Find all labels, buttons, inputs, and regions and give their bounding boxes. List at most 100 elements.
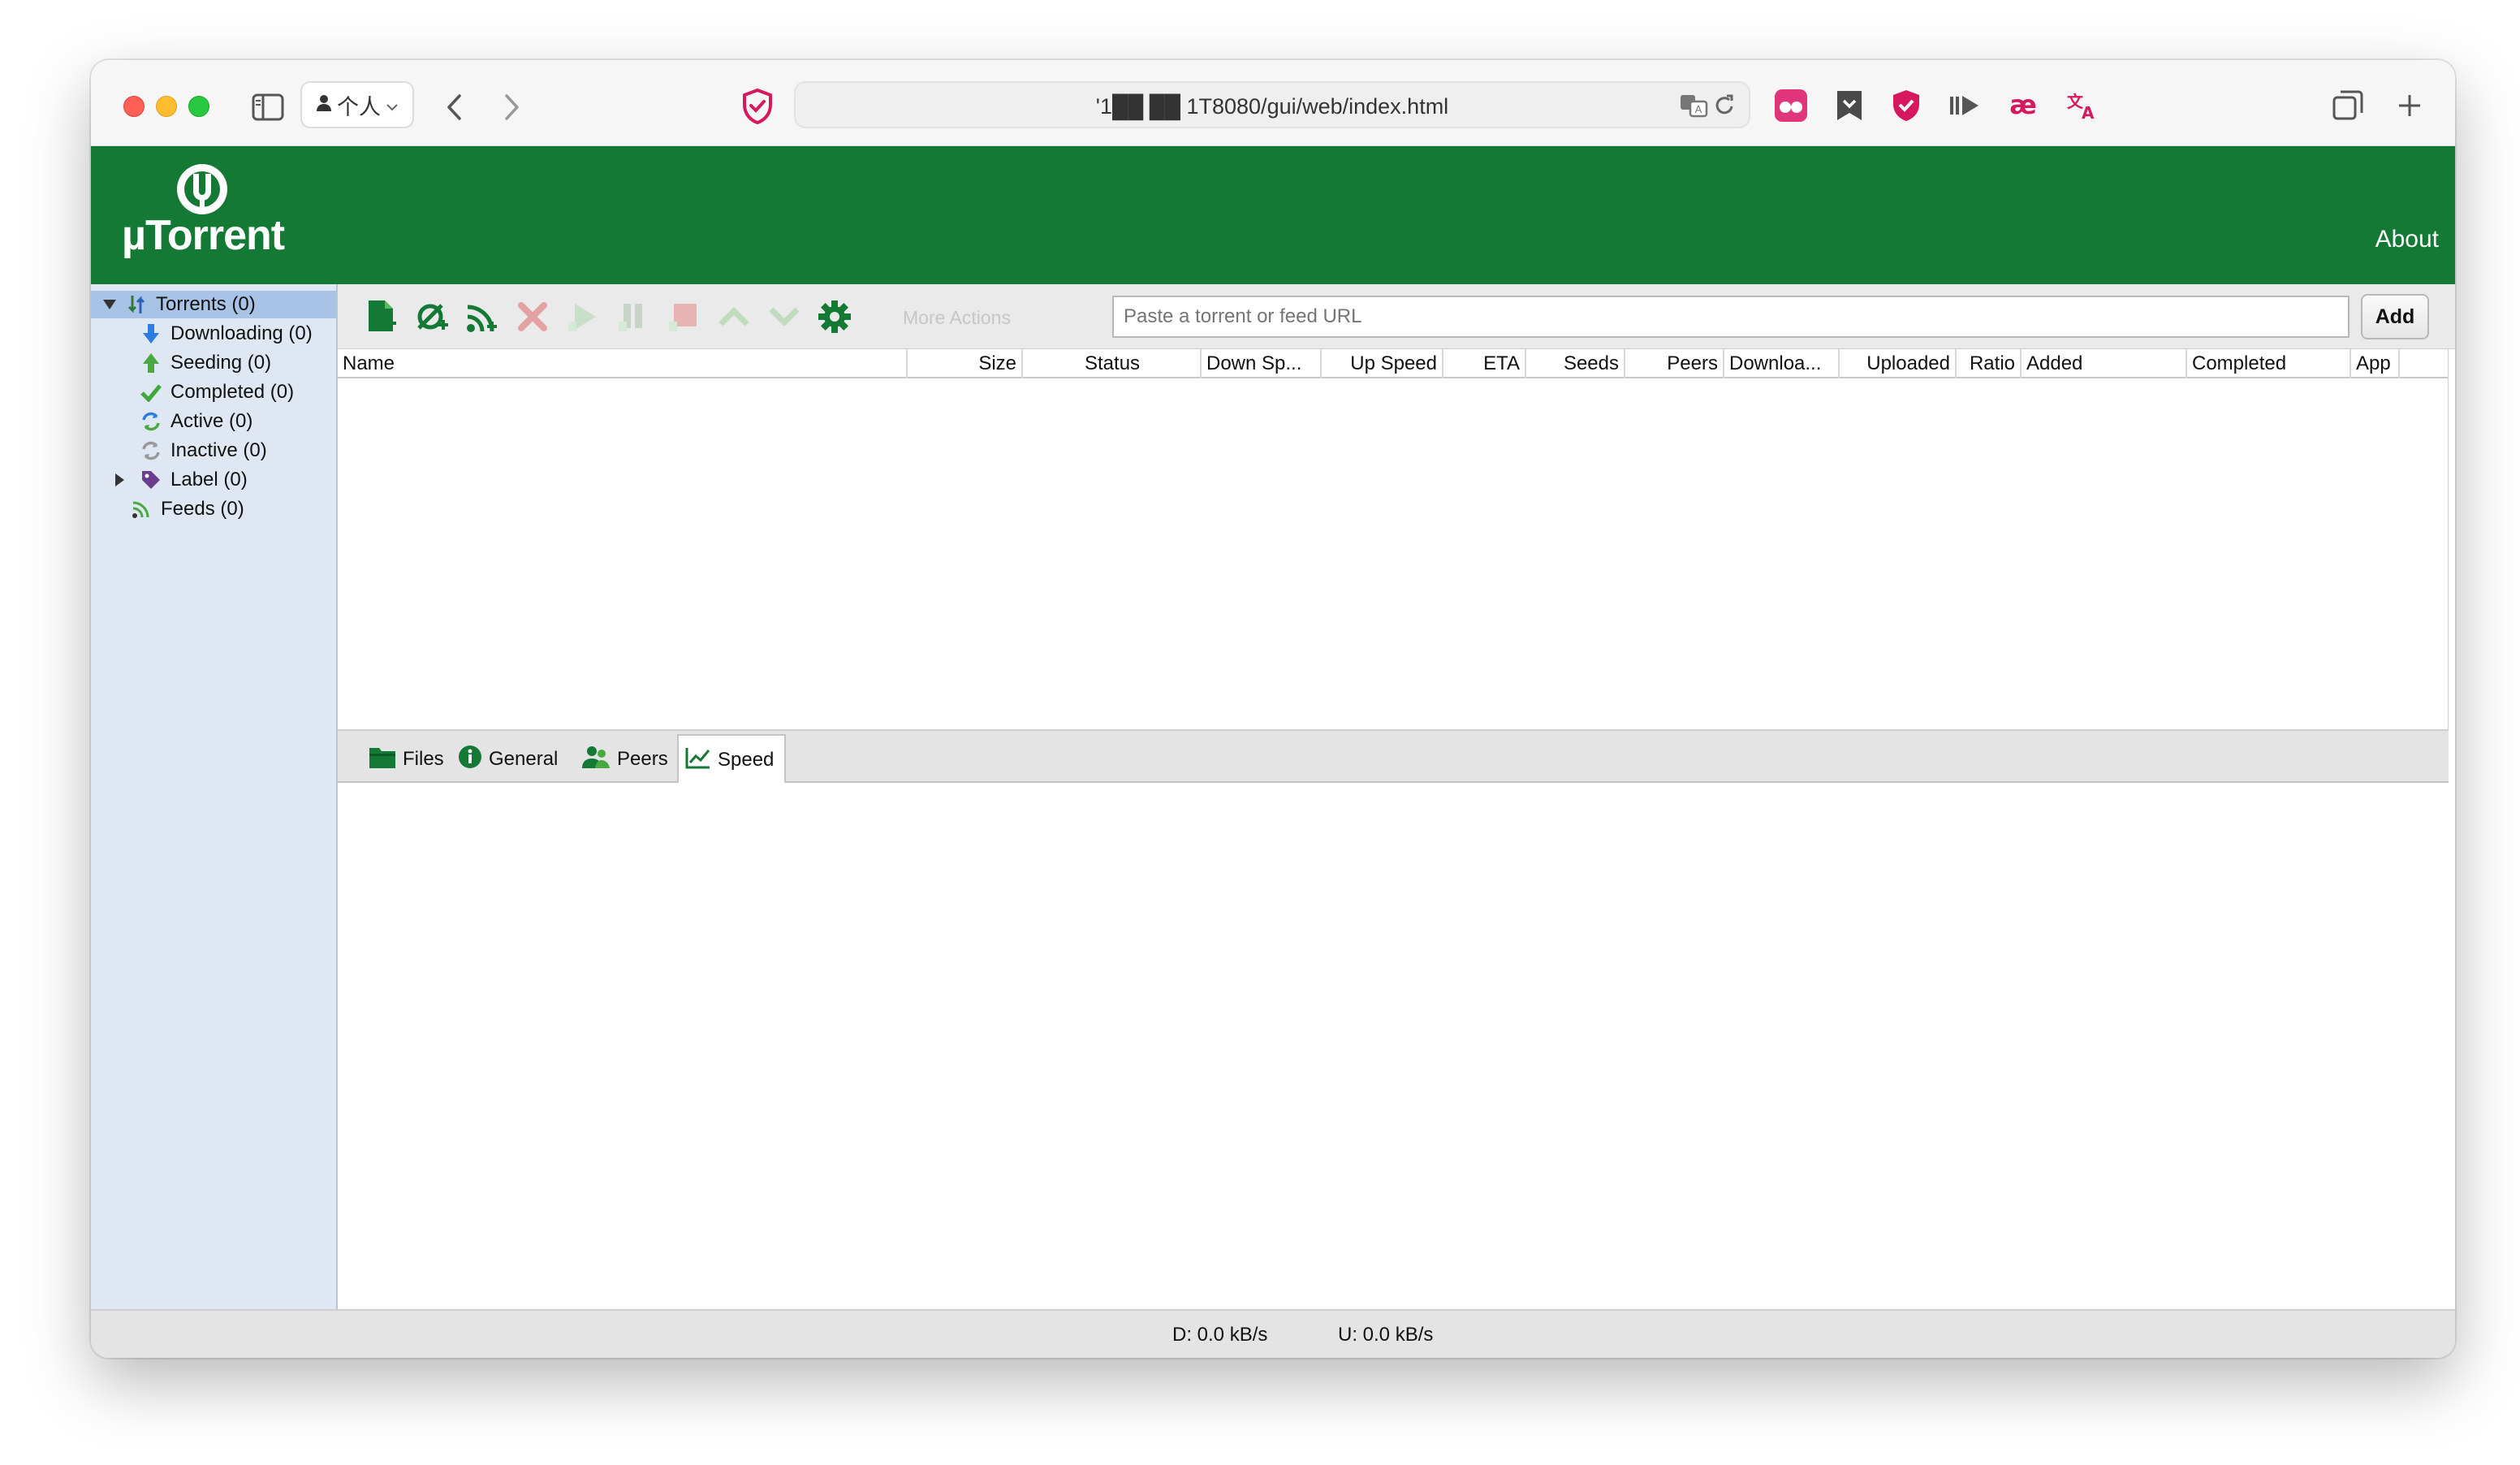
move-up-icon[interactable] — [713, 296, 755, 338]
download-arrow-icon — [140, 322, 162, 345]
tab-files[interactable]: Files — [362, 734, 451, 784]
tree-item-label[interactable]: Label (0) — [110, 466, 248, 494]
column-header-seeds[interactable]: Seeds — [1526, 349, 1625, 378]
speed-graph-icon — [685, 746, 711, 775]
back-icon[interactable] — [437, 89, 472, 125]
about-link[interactable]: About — [2375, 226, 2439, 253]
column-header-downloaded[interactable]: Downloa... — [1724, 349, 1840, 378]
download-speed-status: D: 0.0 kB/s — [1172, 1324, 1268, 1346]
tree-label: Label (0) — [170, 469, 248, 490]
upload-speed-status: U: 0.0 kB/s — [1338, 1324, 1434, 1346]
tab-label: Peers — [617, 748, 668, 770]
label-tag-icon — [140, 469, 162, 491]
active-refresh-icon — [140, 410, 162, 433]
torrent-list[interactable]: Name Size Status Down Sp... Up Speed ETA… — [338, 349, 2449, 729]
torrent-toolbar: More Actions Add — [338, 284, 2455, 349]
privacy-shield-icon[interactable] — [737, 86, 778, 127]
app-header: µTorrent About — [91, 146, 2455, 284]
column-header-completed[interactable]: Completed — [2187, 349, 2351, 378]
add-url-icon[interactable] — [411, 296, 453, 338]
peers-icon — [581, 745, 611, 775]
start-icon[interactable] — [562, 296, 604, 338]
column-header-added[interactable]: Added — [2022, 349, 2187, 378]
chevron-down-icon — [386, 93, 399, 118]
column-header-up-speed[interactable]: Up Speed — [1322, 349, 1443, 378]
column-header-uploaded[interactable]: Uploaded — [1840, 349, 1957, 378]
reload-icon[interactable] — [1711, 93, 1739, 120]
browser-toolbar: 个人 '1██ ██ 1T8080/gui/web/index.html A æ… — [91, 60, 2455, 146]
sidebar-toggle-icon[interactable] — [250, 89, 286, 125]
tree-label: Torrents (0) — [156, 293, 256, 315]
upload-arrow-icon — [140, 352, 162, 374]
tree-item-active[interactable]: Active (0) — [140, 408, 252, 435]
extension-ae-icon[interactable]: æ — [2004, 86, 2043, 125]
folder-icon — [369, 745, 396, 775]
tree-label: Downloading (0) — [170, 322, 313, 344]
column-header-status[interactable]: Status — [1023, 349, 1202, 378]
tree-label: Completed (0) — [170, 381, 295, 403]
url-text: '1██ ██ 1T8080/gui/web/index.html — [1095, 94, 1449, 119]
minimize-window-button[interactable] — [156, 96, 177, 117]
tree-item-torrents[interactable]: Torrents (0) — [91, 291, 336, 318]
tree-item-seeding[interactable]: Seeding (0) — [140, 349, 271, 377]
tabs-overview-icon[interactable] — [2328, 86, 2367, 125]
svg-text:A: A — [1695, 103, 1702, 115]
extension-bookmark-icon[interactable] — [1830, 86, 1869, 125]
browser-window: 个人 '1██ ██ 1T8080/gui/web/index.html A æ… — [91, 60, 2455, 1358]
svg-text:A: A — [2082, 103, 2095, 122]
profile-label: 个人 — [337, 94, 381, 119]
column-header-eta[interactable]: ETA — [1443, 349, 1526, 378]
torrent-url-input[interactable] — [1112, 296, 2350, 338]
extension-dots-icon[interactable] — [1771, 86, 1810, 125]
status-bar: D: 0.0 kB/s U: 0.0 kB/s — [91, 1309, 2455, 1358]
translate-icon[interactable]: A — [1679, 93, 1708, 120]
extension-shield-icon[interactable] — [1887, 86, 1926, 125]
column-header-size[interactable]: Size — [908, 349, 1023, 378]
tree-label: Inactive (0) — [170, 439, 267, 461]
tab-label: Files — [403, 748, 444, 770]
close-window-button[interactable] — [123, 96, 145, 117]
torrents-icon — [125, 293, 148, 316]
pause-icon[interactable] — [612, 296, 654, 338]
utorrent-logo: µTorrent — [122, 162, 309, 268]
add-torrent-icon[interactable] — [360, 296, 403, 338]
tree-item-inactive[interactable]: Inactive (0) — [140, 437, 267, 465]
rss-feed-icon — [130, 498, 153, 521]
extension-translate-icon[interactable]: 文A — [2062, 86, 2101, 125]
tab-label: Speed — [718, 749, 775, 771]
settings-gear-icon[interactable] — [813, 296, 856, 338]
add-url-button[interactable]: Add — [2361, 294, 2429, 339]
address-bar[interactable]: '1██ ██ 1T8080/gui/web/index.html A — [794, 81, 1750, 128]
more-actions-button[interactable]: More Actions — [903, 307, 1011, 329]
utorrent-app: µTorrent About Torrents (0) Downloading … — [91, 146, 2455, 1358]
checkmark-icon — [140, 381, 162, 404]
logo-text: µTorrent — [122, 212, 285, 259]
new-tab-icon[interactable] — [2390, 86, 2429, 125]
forward-icon[interactable] — [494, 89, 529, 125]
stop-icon[interactable] — [662, 296, 705, 338]
zoom-window-button[interactable] — [188, 96, 209, 117]
column-header-ratio[interactable]: Ratio — [1957, 349, 2022, 378]
column-header-down-speed[interactable]: Down Sp... — [1202, 349, 1322, 378]
move-down-icon[interactable] — [763, 296, 805, 338]
expand-arrow-icon[interactable] — [110, 471, 128, 489]
extension-reader-icon[interactable] — [1945, 86, 1984, 125]
info-icon — [458, 745, 482, 775]
details-tabbar: Files General Peers Speed — [338, 729, 2449, 786]
tab-peers[interactable]: Peers — [575, 734, 675, 784]
profile-button[interactable]: 个人 — [300, 81, 414, 128]
column-header-name[interactable]: Name — [338, 349, 908, 378]
category-tree: Torrents (0) Downloading (0) Seeding (0)… — [91, 284, 338, 1309]
column-header-peers[interactable]: Peers — [1625, 349, 1724, 378]
tree-item-downloading[interactable]: Downloading (0) — [140, 320, 313, 348]
remove-icon[interactable] — [511, 296, 554, 338]
tab-label: General — [489, 748, 559, 770]
tree-item-completed[interactable]: Completed (0) — [140, 378, 294, 406]
details-panel — [338, 783, 2449, 1309]
tree-item-feeds[interactable]: Feeds (0) — [130, 495, 244, 523]
tab-general[interactable]: General — [451, 734, 564, 784]
collapse-arrow-icon[interactable] — [101, 296, 119, 313]
column-header-app[interactable]: App — [2351, 349, 2400, 378]
tab-speed[interactable]: Speed — [677, 734, 786, 786]
add-rss-icon[interactable] — [461, 296, 503, 338]
